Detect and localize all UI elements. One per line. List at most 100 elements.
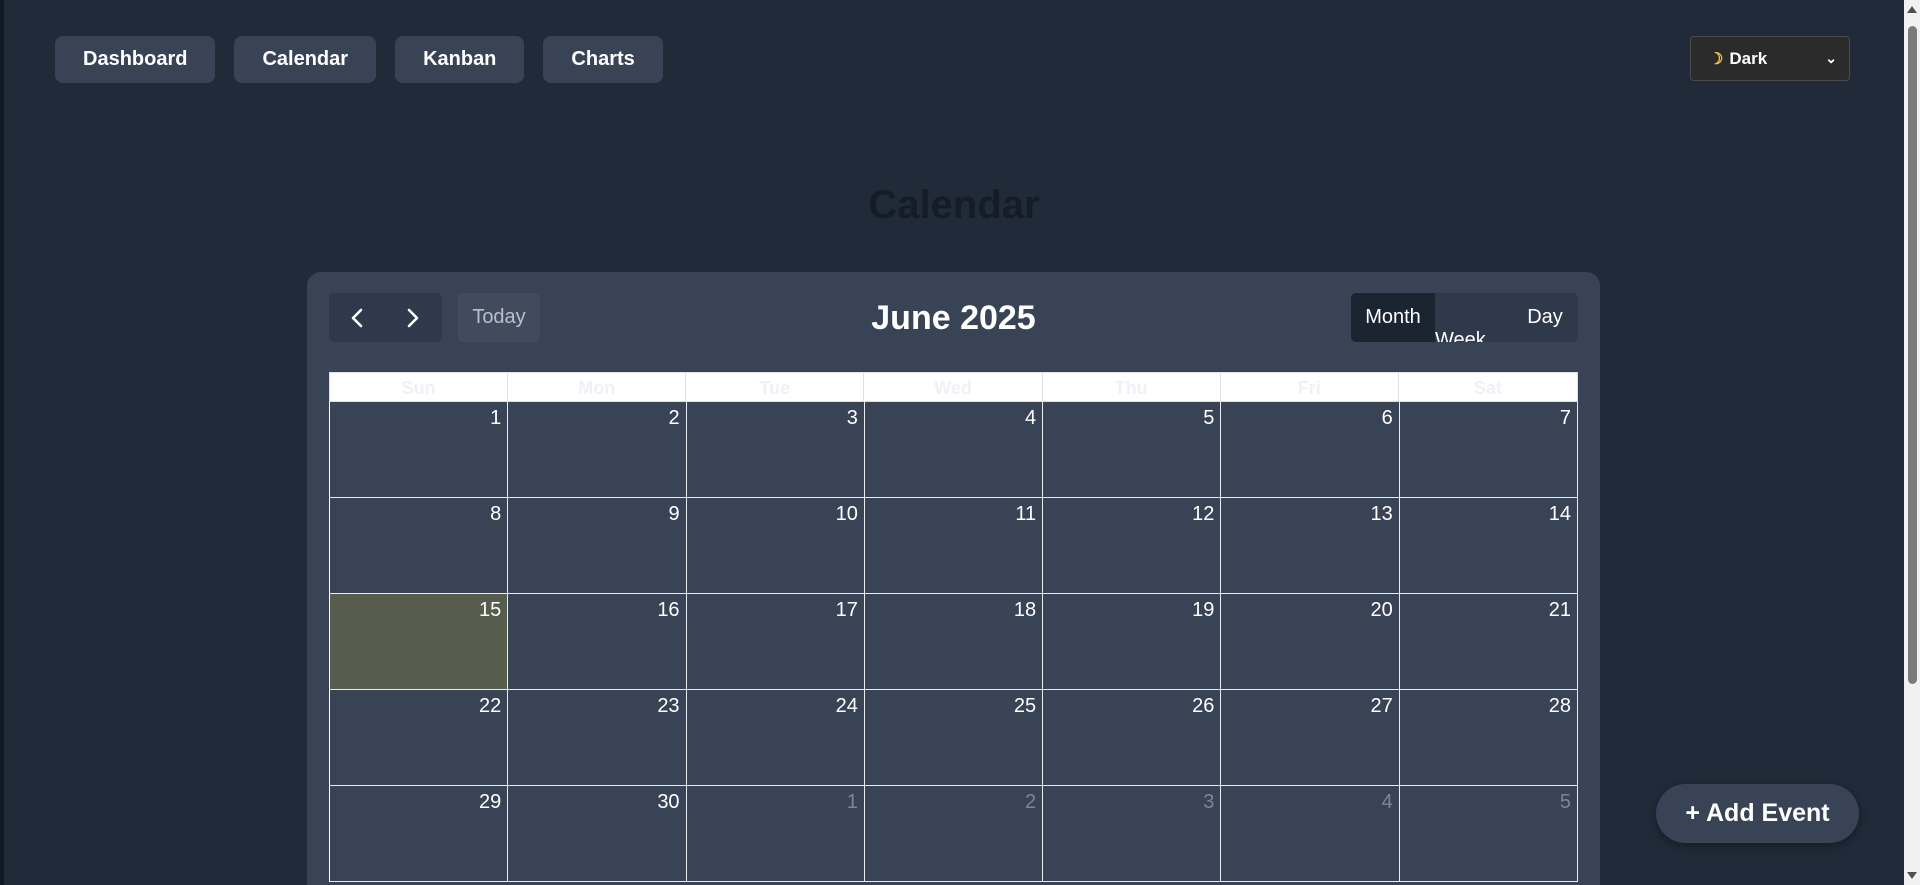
app-page: Dashboard Calendar Kanban Charts ☽ Dark … [0,0,1920,885]
chevron-down-icon: ⌄ [1825,50,1837,66]
theme-select[interactable]: ☽ Dark ⌄ [1690,36,1850,81]
day-number: 2 [668,407,680,429]
month-grid: Sun Mon Tue Wed Thu Fri Sat 1 2 3 4 5 6 … [329,372,1578,882]
theme-selected-value: Dark [1729,48,1768,68]
day-cell[interactable]: 20 [1221,594,1400,689]
day-number: 12 [1192,503,1215,525]
day-cell[interactable]: 7 [1399,402,1578,497]
weekday-header: Wed [864,373,1043,403]
day-cell[interactable]: 8 [330,498,509,593]
week-row: 8 9 10 11 12 13 14 [330,498,1578,594]
weeks-container: 1 2 3 4 5 6 7 8 9 10 11 12 13 14 15 16 1… [329,402,1578,882]
day-number: 7 [1559,407,1571,429]
day-number: 5 [1203,407,1215,429]
day-cell-other-month[interactable]: 4 [1221,786,1400,881]
scroll-thumb[interactable] [1908,26,1917,684]
day-cell[interactable]: 14 [1399,498,1578,593]
day-cell[interactable]: 4 [864,402,1044,497]
day-cell-other-month[interactable]: 1 [686,786,865,881]
day-cell[interactable]: 19 [1043,594,1222,689]
day-number: 17 [835,599,858,621]
day-cell[interactable]: 23 [508,690,687,785]
day-cell[interactable]: 22 [330,690,509,785]
day-number: 3 [846,407,858,429]
day-cell-today[interactable]: 15 [330,594,509,689]
day-number: 1 [846,791,858,813]
day-number: 2 [1025,791,1037,813]
day-number: 14 [1548,503,1571,525]
day-number: 28 [1548,695,1571,717]
day-cell-other-month[interactable]: 5 [1399,786,1578,881]
add-event-button[interactable]: + Add Event [1656,784,1859,843]
day-cell[interactable]: 26 [1043,690,1222,785]
day-cell[interactable]: 29 [330,786,509,881]
day-cell[interactable]: 6 [1221,402,1400,497]
day-number: 24 [835,695,858,717]
day-cell[interactable]: 3 [686,402,865,497]
day-number: 11 [1015,503,1037,525]
day-cell[interactable]: 1 [330,402,509,497]
day-cell[interactable]: 28 [1399,690,1578,785]
weekday-header: Thu [1043,373,1221,403]
day-number: 13 [1370,503,1393,525]
view-week-button[interactable]: Week [1435,293,1512,342]
view-day-button[interactable]: Day [1512,293,1578,342]
day-cell[interactable]: 18 [864,594,1044,689]
day-number: 4 [1381,791,1393,813]
day-cell[interactable]: 27 [1221,690,1400,785]
nav-calendar-button[interactable]: Calendar [234,36,377,83]
weekday-header-row: Sun Mon Tue Wed Thu Fri Sat [329,372,1578,403]
weekday-header: Sun [330,373,509,403]
day-cell[interactable]: 12 [1043,498,1222,593]
day-number: 8 [490,503,502,525]
day-cell[interactable]: 30 [508,786,687,881]
weekday-header: Fri [1221,373,1399,403]
day-cell-other-month[interactable]: 3 [1043,786,1222,881]
day-cell[interactable]: 11 [864,498,1044,593]
day-number: 29 [479,791,502,813]
day-number: 1 [490,407,502,429]
day-cell[interactable]: 21 [1399,594,1578,689]
day-cell[interactable]: 25 [864,690,1044,785]
day-number: 18 [1013,599,1037,621]
calendar-toolbar: Today June 2025 Month Week Day [329,293,1578,343]
day-cell[interactable]: 9 [508,498,687,593]
weekday-header: Mon [508,373,687,403]
nav-kanban-button[interactable]: Kanban [395,36,525,83]
day-cell[interactable]: 2 [508,402,687,497]
day-number: 25 [1013,695,1037,717]
day-number: 6 [1381,407,1393,429]
nav-charts-button[interactable]: Charts [543,36,663,83]
day-cell-other-month[interactable]: 2 [864,786,1044,881]
day-cell[interactable]: 17 [686,594,865,689]
top-nav: Dashboard Calendar Kanban Charts [55,36,663,83]
scroll-up-icon[interactable] [1907,6,1917,13]
day-number: 16 [657,599,680,621]
day-cell[interactable]: 16 [508,594,687,689]
day-cell[interactable]: 24 [686,690,865,785]
calendar-card: Today June 2025 Month Week Day Sun Mon T… [307,272,1600,885]
weekday-header: Sat [1473,378,1502,398]
page-title: Calendar [868,183,1040,227]
day-number: 5 [1559,791,1571,813]
day-cell[interactable]: 5 [1043,402,1222,497]
day-number: 27 [1370,695,1393,717]
day-number: 3 [1203,791,1215,813]
scroll-down-icon[interactable] [1907,872,1917,879]
day-number: 30 [657,791,680,813]
day-number: 26 [1192,695,1215,717]
day-number: 4 [1025,407,1037,429]
view-month-button[interactable]: Month [1351,293,1435,342]
week-row: 22 23 24 25 26 27 28 [330,690,1578,786]
week-row: 29 30 1 2 3 4 5 [330,786,1578,882]
day-number: 10 [835,503,858,525]
nav-dashboard-button[interactable]: Dashboard [55,36,216,83]
page-scrollbar[interactable] [1904,0,1920,885]
day-number: 23 [657,695,680,717]
day-cell[interactable]: 10 [686,498,865,593]
day-number: 21 [1548,599,1571,621]
day-number: 20 [1370,599,1393,621]
week-row: 1 2 3 4 5 6 7 [330,402,1578,498]
moon-icon: ☽ [1709,50,1724,68]
day-cell[interactable]: 13 [1221,498,1400,593]
